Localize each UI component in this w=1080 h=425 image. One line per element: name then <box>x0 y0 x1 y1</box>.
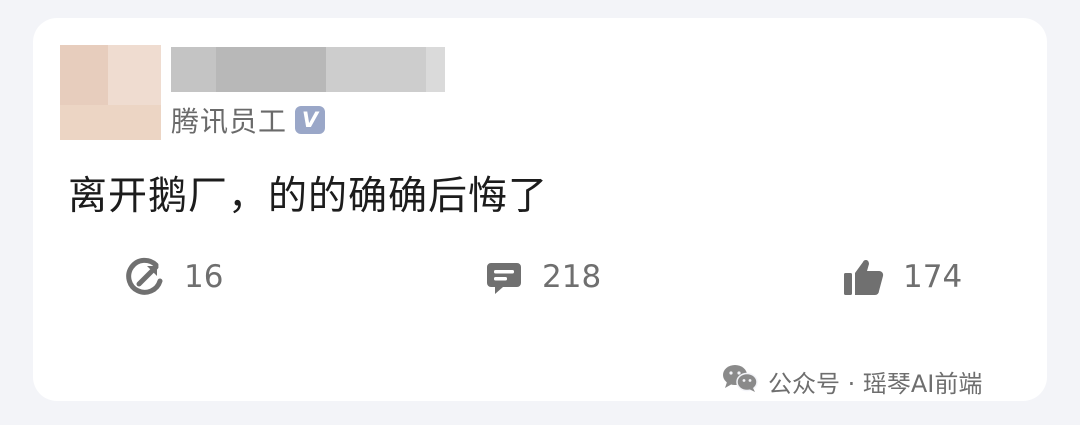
like-button[interactable]: 174 <box>843 255 962 299</box>
author-badge-row: 腾讯员工 V <box>171 102 326 138</box>
employer-badge-label: 腾讯员工 <box>171 105 288 138</box>
repost-button[interactable]: 16 <box>126 255 223 299</box>
repost-icon <box>126 257 166 297</box>
author-name-obscured[interactable] <box>171 47 445 92</box>
avatar[interactable] <box>60 45 161 140</box>
avatar-blur-block <box>108 45 161 105</box>
comment-icon <box>484 257 524 297</box>
comment-count: 218 <box>542 259 602 295</box>
watermark-text: 公众号 · 瑶琴AI前端 <box>768 369 983 398</box>
name-blur-block <box>426 47 445 92</box>
name-blur-block <box>216 47 326 92</box>
name-blur-block <box>326 47 426 92</box>
wechat-official-account-watermark: 公众号 · 瑶琴AI前端 <box>722 364 982 398</box>
thumbs-up-icon <box>843 257 885 297</box>
verified-icon: V <box>295 106 326 134</box>
avatar-blur-block <box>60 45 108 105</box>
repost-count: 16 <box>184 259 224 295</box>
post-content: 离开鹅厂，的的确确后悔了 <box>68 174 549 219</box>
name-blur-block <box>171 47 216 92</box>
like-count: 174 <box>903 259 963 295</box>
wechat-icon <box>722 363 768 399</box>
avatar-blur-block <box>60 105 161 140</box>
comment-button[interactable]: 218 <box>484 255 601 299</box>
